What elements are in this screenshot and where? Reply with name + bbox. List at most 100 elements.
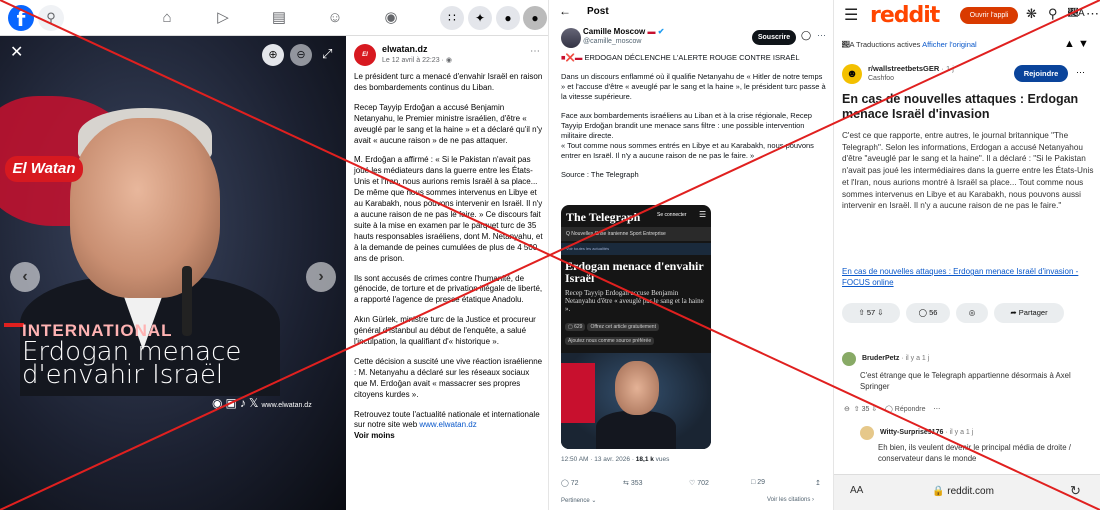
facebook-post: El Watan elwatan.dz Le 12 avril à 22:23 … xyxy=(346,36,548,510)
telegraph-headline: Erdogan menace d'envahir Israël xyxy=(565,259,704,285)
subscribe-button[interactable]: Souscrire xyxy=(752,30,796,45)
next-photo-button[interactable]: › xyxy=(306,262,336,292)
view-quotes-link[interactable]: Voir les citations › xyxy=(767,497,814,503)
collapse-icon[interactable]: ⊖ xyxy=(844,406,850,413)
page-name[interactable]: elwatan.dz xyxy=(382,44,428,54)
commenter-avatar[interactable] xyxy=(842,352,856,366)
text-size-button[interactable]: AA xyxy=(850,485,863,496)
telegraph-meta: ▢ 629 Offrez cet article gratuitement Ajo… xyxy=(565,323,661,345)
marketplace-icon[interactable]: ▤ xyxy=(268,7,290,29)
profile-icon[interactable]: ● xyxy=(523,6,547,30)
comment-text: C'est étrange que le Telegraph appartien… xyxy=(860,371,1071,391)
more-options-icon[interactable]: ⋯ xyxy=(1086,6,1099,22)
facebook-top-bar: f ⚲ ⌂ ▷ ▤ ☺ ◉ ∷ ✦ ● ● xyxy=(0,0,548,36)
suit-shape xyxy=(596,411,676,449)
telegraph-screenshot[interactable]: The Telegraph Se connecter ☰ Q Nouvelles… xyxy=(561,205,711,449)
commenter-avatar[interactable] xyxy=(860,426,874,440)
home-icon[interactable]: ⌂ xyxy=(156,7,178,29)
author-avatar[interactable] xyxy=(561,28,581,48)
tweet-timestamp: 12:50 AM · 13 avr. 2026 · 18,1 k vues xyxy=(561,456,669,463)
post-header: ← Post xyxy=(549,0,833,24)
tweet-time-text: 12:50 AM · 13 avr. 2026 · xyxy=(561,456,636,463)
x-panel: ← Post Camille Moscow ▬ ✔ @camille_mosco… xyxy=(548,0,833,510)
open-app-button[interactable]: Ouvrir l'appli xyxy=(960,7,1018,24)
telegraph-band: Voir toutes les actualités xyxy=(561,243,711,255)
comment-vote-count: 35 xyxy=(861,406,870,413)
see-less-button[interactable]: Voir moins xyxy=(354,431,395,440)
reply-button[interactable]: ◯ 72 xyxy=(561,479,579,487)
page-avatar[interactable]: El Watan xyxy=(354,44,376,80)
article-link[interactable]: En cas de nouvelles attaques : Erdogan m… xyxy=(842,266,1094,288)
author-name[interactable]: Camille Moscow ▬ ✔ xyxy=(583,27,664,36)
bookmark-button[interactable]: □ 29 xyxy=(751,479,765,486)
menu-grid-icon[interactable]: ∷ xyxy=(440,6,464,30)
subreddit-name[interactable]: r/wallstreetbetsGER · 1 j xyxy=(868,64,954,73)
video-icon[interactable]: ▷ xyxy=(212,7,234,29)
thumbs-up-icon[interactable]: ▲ xyxy=(1064,38,1075,50)
category-marker xyxy=(4,323,24,327)
comment-author[interactable]: Witty-Surprise9176 · il y a 1 j xyxy=(880,429,973,436)
messenger-icon[interactable]: ✦ xyxy=(468,6,492,30)
post-author[interactable]: Cashfoo xyxy=(868,75,894,82)
address-field[interactable]: 🔒 reddit.com xyxy=(932,486,994,497)
close-icon[interactable]: ✕ xyxy=(10,42,23,62)
translation-label: Traductions actives xyxy=(856,40,923,49)
comment-author-text: BruderPetz xyxy=(862,355,900,362)
zoom-in-icon[interactable]: ⊕ xyxy=(262,44,284,66)
more-options-icon[interactable]: ⋯ xyxy=(1076,67,1085,78)
reload-icon[interactable]: ↻ xyxy=(1070,483,1081,499)
vote-bar[interactable]: ⇧ 57 ⇩ xyxy=(842,303,900,323)
search-icon[interactable]: ⚲ xyxy=(1048,6,1058,22)
share-button[interactable]: ➦ Partager xyxy=(994,303,1064,323)
facebook-logo-icon[interactable]: f xyxy=(8,5,34,31)
photo-title: Erdogan menace d'envahir Israël xyxy=(22,337,242,390)
comment-time: · il y a 1 j xyxy=(943,429,974,436)
post-photo[interactable]: El Watan ✕ ⊕ ⊖ ⤢ ‹ › INTERNATIONAL Erdog… xyxy=(0,36,346,510)
join-button[interactable]: Rejoindre xyxy=(1014,65,1068,82)
upvote-icon[interactable]: ⇧ xyxy=(854,406,860,413)
gaming-icon[interactable]: ◉ xyxy=(380,7,402,29)
hamburger-icon[interactable]: ☰ xyxy=(844,5,858,25)
retweet-button[interactable]: ⇆ 353 xyxy=(623,479,643,487)
telegraph-photo xyxy=(561,353,711,449)
like-count: 702 xyxy=(697,480,709,487)
fullscreen-icon[interactable]: ⤢ xyxy=(322,46,332,62)
more-options-icon[interactable]: ⋯ xyxy=(933,406,940,413)
translate-icon[interactable]: 𝓄A xyxy=(1068,8,1085,19)
site-link[interactable]: www.elwatan.dz xyxy=(419,420,476,429)
previous-photo-button[interactable]: ‹ xyxy=(10,262,40,292)
reddit-logo[interactable]: reddit xyxy=(870,3,940,28)
flag-shape xyxy=(561,363,595,423)
grok-icon[interactable]: ◯ xyxy=(801,30,811,41)
x-icon: 𝕏 xyxy=(248,396,259,410)
zoom-out-icon[interactable]: ⊖ xyxy=(290,44,312,66)
subreddit-avatar[interactable]: ☻ xyxy=(842,64,862,84)
show-original-link[interactable]: Afficher l'original xyxy=(922,40,977,49)
more-options-icon[interactable]: ⋯ xyxy=(530,46,540,57)
tweet-headline: ■❌▬ ERDOGAN DÉCLENCHE L'ALERTE ROUGE CON… xyxy=(561,53,827,63)
sort-selector[interactable]: Pertinence ⌄ xyxy=(561,497,596,504)
tweet-quote-text: « Tout comme nous sommes entrés en Libye… xyxy=(561,141,814,160)
sort-label: Pertinence xyxy=(561,498,590,504)
like-button[interactable]: ♡ 702 xyxy=(689,479,709,487)
upvote-icon[interactable]: ⇧ xyxy=(858,308,864,317)
thumbs-down-icon[interactable]: ▼ xyxy=(1078,38,1089,50)
back-arrow-icon[interactable]: ← xyxy=(559,4,571,18)
translation-banner: 𝓄A Traductions actives Afficher l'origin… xyxy=(842,40,977,49)
comment-text: Eh bien, ils veulent devenir le principa… xyxy=(878,443,1071,463)
chevron-down-icon: ⌄ xyxy=(591,498,597,504)
groups-icon[interactable]: ☺ xyxy=(324,7,346,29)
comments-button[interactable]: ◯ 56 xyxy=(906,303,950,323)
more-options-icon[interactable]: ⋯ xyxy=(817,30,826,41)
author-name-text: Camille Moscow xyxy=(583,27,646,36)
search-icon[interactable]: ⚲ xyxy=(38,5,64,31)
award-button[interactable]: ◎ xyxy=(956,303,988,323)
reddit-answers-icon[interactable]: ❋ xyxy=(1026,6,1037,22)
address-text: reddit.com xyxy=(947,486,994,497)
comment-author[interactable]: BruderPetz · il y a 1 j xyxy=(862,355,929,362)
notifications-icon[interactable]: ● xyxy=(496,6,520,30)
reply-button[interactable]: ◯ Répondre xyxy=(885,406,926,413)
downvote-icon[interactable]: ⇩ xyxy=(871,406,877,413)
downvote-icon[interactable]: ⇩ xyxy=(877,308,883,317)
share-icon[interactable]: ↥ xyxy=(815,479,821,487)
